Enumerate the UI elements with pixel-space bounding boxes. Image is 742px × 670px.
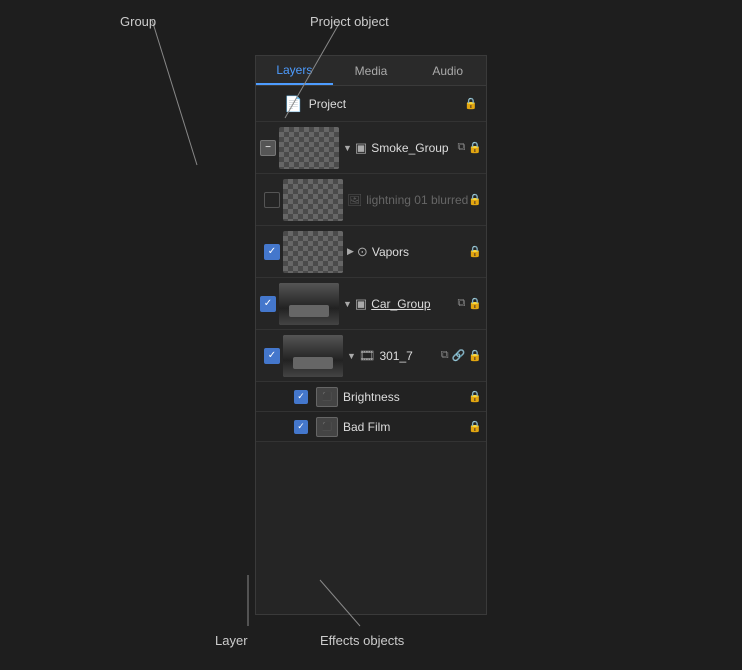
- car-group-lock-icon: 🔒: [468, 297, 482, 310]
- project-lock-icon: 🔒: [464, 97, 478, 110]
- 301-7-thumb: [283, 335, 343, 377]
- bad-film-checkbox[interactable]: ✓: [294, 420, 308, 434]
- car-group-checkbox[interactable]: ✓: [260, 296, 276, 312]
- 301-7-row[interactable]: ✓ ▼ 🎞 301_7 ⧉ 🔗 🔒: [256, 330, 486, 382]
- car-group-name: Car_Group: [371, 297, 430, 311]
- smoke-group-expand[interactable]: ▼: [343, 143, 352, 153]
- project-row[interactable]: 📄 Project 🔒: [256, 86, 486, 122]
- vapors-name: Vapors: [372, 245, 409, 259]
- smoke-group-checkbox[interactable]: −: [260, 140, 276, 156]
- smoke-group-thumb: [279, 127, 339, 169]
- 301-7-link-icon: 🔗: [452, 349, 466, 362]
- 301-7-film-icon: 🎞: [359, 348, 376, 364]
- car-group-thumb: [279, 283, 339, 325]
- vapors-replicator-icon: ⊙: [357, 244, 368, 260]
- vapors-expand[interactable]: ▶: [347, 246, 354, 257]
- 301-7-checkbox[interactable]: ✓: [264, 348, 280, 364]
- smoke-group-group-icon: ⧉: [457, 141, 465, 154]
- vapors-row[interactable]: ✓ ▶ ⊙ Vapors 🔒: [256, 226, 486, 278]
- car-group-layer-icon: ▣: [355, 296, 367, 312]
- brightness-lock-icon: 🔒: [468, 390, 482, 403]
- smoke-group-layer-icon: ▣: [355, 140, 367, 156]
- bad-film-effect-thumb: ⬛: [316, 417, 338, 437]
- vapors-thumb: [283, 231, 343, 273]
- vapors-checkbox[interactable]: ✓: [264, 244, 280, 260]
- tab-layers[interactable]: Layers: [256, 56, 333, 85]
- layer-annotation-label: Layer: [215, 633, 248, 648]
- brightness-effect-thumb: ⬛: [316, 387, 338, 407]
- smoke-group-name: Smoke_Group: [371, 141, 448, 155]
- lightning-name: lightning 01 blurred: [366, 193, 468, 207]
- group-annotation-label: Group: [120, 14, 156, 29]
- project-object-annotation-label: Project object: [310, 14, 389, 29]
- 301-7-retime-icon: ⧉: [441, 349, 449, 362]
- brightness-checkbox[interactable]: ✓: [294, 390, 308, 404]
- lightning-checkbox[interactable]: [264, 192, 280, 208]
- lightning-image-icon: 🖼: [347, 193, 362, 207]
- brightness-row[interactable]: ✓ ⬛ Brightness 🔒: [256, 382, 486, 412]
- car-group-group-icon: ⧉: [457, 297, 465, 310]
- smoke-group-lock-icon: 🔒: [468, 141, 482, 154]
- lightning-thumb: [283, 179, 343, 221]
- effects-annotation-label: Effects objects: [320, 633, 404, 648]
- car-group-row[interactable]: ✓ ▼ ▣ Car_Group ⧉ 🔒: [256, 278, 486, 330]
- lightning-lock-icon: 🔒: [468, 193, 482, 206]
- tab-media[interactable]: Media: [333, 56, 410, 85]
- brightness-name: Brightness: [343, 390, 400, 404]
- bad-film-lock-icon: 🔒: [468, 420, 482, 433]
- bad-film-name: Bad Film: [343, 420, 390, 434]
- bad-film-row[interactable]: ✓ ⬛ Bad Film 🔒: [256, 412, 486, 442]
- vapors-lock-icon: 🔒: [468, 245, 482, 258]
- tab-audio[interactable]: Audio: [409, 56, 486, 85]
- car-group-expand[interactable]: ▼: [343, 299, 352, 309]
- 301-7-expand[interactable]: ▼: [347, 351, 356, 361]
- project-name: Project: [309, 97, 346, 111]
- lightning-row[interactable]: 🖼 lightning 01 blurred 🔒: [256, 174, 486, 226]
- project-file-icon: 📄: [284, 95, 303, 113]
- tab-bar: Layers Media Audio: [256, 56, 486, 86]
- 301-7-lock-icon: 🔒: [468, 349, 482, 362]
- 301-7-name: 301_7: [379, 349, 412, 363]
- layers-list: 📄 Project 🔒 − ▼ ▣ Smoke_Group ⧉: [256, 86, 486, 614]
- smoke-group-row[interactable]: − ▼ ▣ Smoke_Group ⧉ 🔒: [256, 122, 486, 174]
